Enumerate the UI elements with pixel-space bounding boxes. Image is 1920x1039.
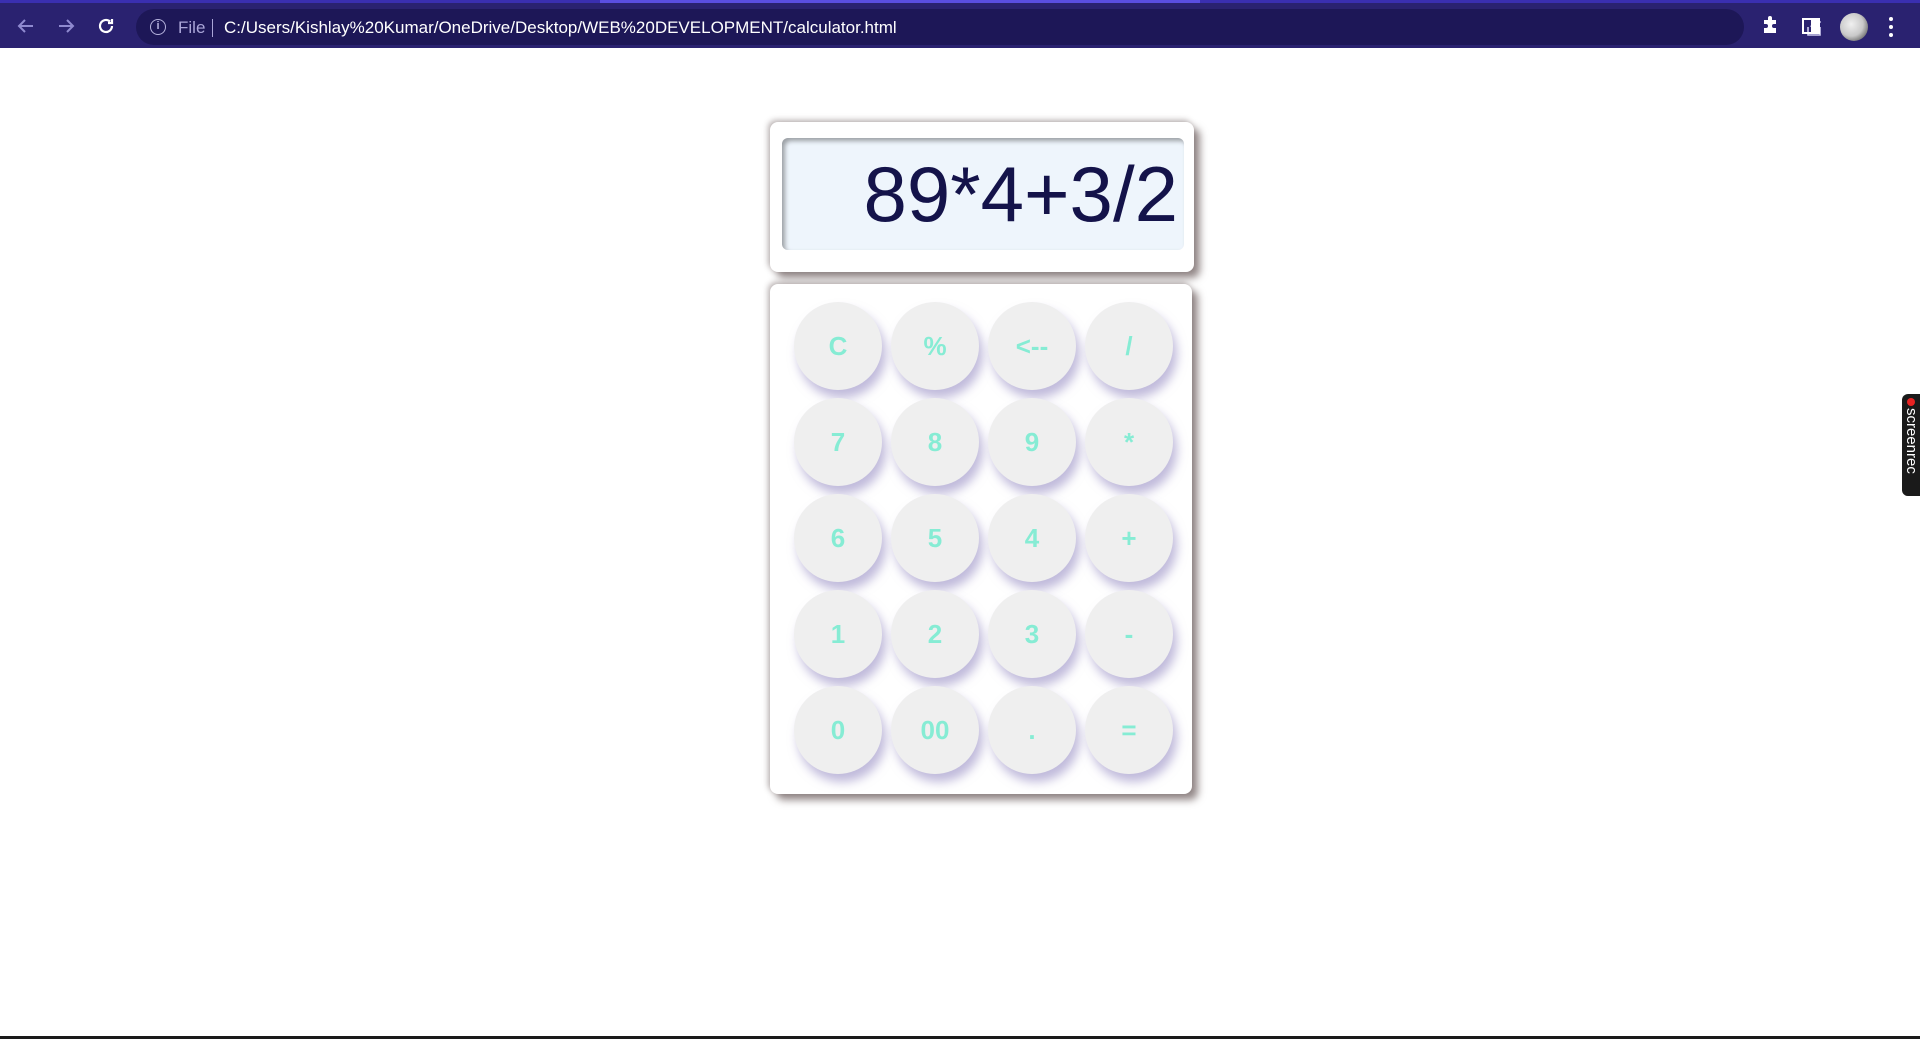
key-digit-8-button[interactable]: 8: [891, 398, 979, 486]
file-scheme-label: File: [178, 18, 206, 37]
url-text[interactable]: C:/Users/Kishlay%20Kumar/OneDrive/Deskto…: [224, 18, 897, 38]
screenrec-widget[interactable]: screenrec: [1902, 394, 1920, 496]
profile-avatar[interactable]: [1840, 13, 1868, 41]
key-digit-3-button[interactable]: 3: [988, 590, 1076, 678]
back-arrow-icon[interactable]: [12, 12, 40, 40]
calculator-display: 89*4+3/2: [782, 138, 1184, 250]
reload-icon[interactable]: [92, 12, 120, 40]
key-divide-button[interactable]: /: [1085, 302, 1173, 390]
key-multiply-button[interactable]: *: [1085, 398, 1173, 486]
browser-menu-icon[interactable]: [1888, 17, 1894, 37]
active-tab-indicator: [600, 0, 1200, 3]
key-clear-button[interactable]: C: [794, 302, 882, 390]
calculator-keypad: C% <--/ 7 8 9 * 6 5 4 +1 2 3- 0 00. =: [770, 284, 1192, 794]
key-decimal-button[interactable]: .: [988, 686, 1076, 774]
address-separator: [212, 19, 213, 37]
key-percent-button[interactable]: %: [891, 302, 979, 390]
key-digit-1-button[interactable]: 1: [794, 590, 882, 678]
screenrec-label: screenrec: [1903, 408, 1920, 474]
key-equals-button[interactable]: =: [1085, 686, 1173, 774]
record-dot-icon: [1907, 398, 1915, 406]
key-add-button[interactable]: +: [1085, 494, 1173, 582]
side-panel-icon[interactable]: [1800, 15, 1822, 37]
key-double-zero-button[interactable]: 00: [891, 686, 979, 774]
extensions-puzzle-icon[interactable]: [1760, 15, 1782, 37]
address-bar[interactable]: i File C:/Users/Kishlay%20Kumar/OneDrive…: [136, 9, 1868, 45]
browser-toolbar: i File C:/Users/Kishlay%20Kumar/OneDrive…: [0, 0, 1920, 48]
key-digit-0-button[interactable]: 0: [794, 686, 882, 774]
key-digit-6-button[interactable]: 6: [794, 494, 882, 582]
forward-arrow-icon[interactable]: [52, 12, 80, 40]
calculator-display-panel: 89*4+3/2: [770, 122, 1194, 272]
key-digit-2-button[interactable]: 2: [891, 590, 979, 678]
site-info-icon[interactable]: i: [150, 19, 166, 35]
key-subtract-button[interactable]: -: [1085, 590, 1173, 678]
key-digit-4-button[interactable]: 4: [988, 494, 1076, 582]
key-digit-7-button[interactable]: 7: [794, 398, 882, 486]
key-digit-9-button[interactable]: 9: [988, 398, 1076, 486]
key-digit-5-button[interactable]: 5: [891, 494, 979, 582]
key-backspace-button[interactable]: <--: [988, 302, 1076, 390]
